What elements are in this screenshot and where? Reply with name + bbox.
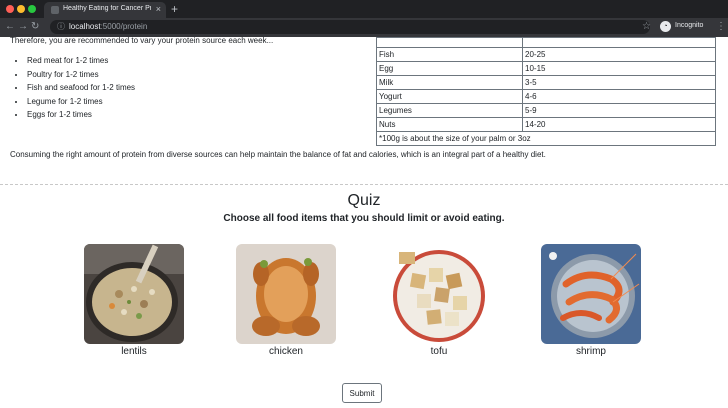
incognito-icon[interactable]: ◔ bbox=[660, 21, 671, 32]
table-cell: 10-15 bbox=[522, 61, 716, 76]
quiz-option-chicken[interactable]: chicken bbox=[236, 244, 336, 357]
table-row: Legumes 5-9 bbox=[376, 103, 716, 118]
section-divider bbox=[0, 184, 728, 185]
table-cell: Fish bbox=[376, 47, 523, 62]
tofu-image[interactable] bbox=[389, 244, 489, 344]
url-path: :5000/protein bbox=[100, 22, 148, 31]
url-host: localhost bbox=[69, 22, 101, 31]
table-cell bbox=[522, 37, 716, 48]
table-row: Yogurt 4-6 bbox=[376, 89, 716, 104]
shrimp-image[interactable] bbox=[541, 244, 641, 344]
table-cell: 4-6 bbox=[522, 89, 716, 104]
list-item: Fish and seafood for 1-2 times bbox=[26, 81, 135, 95]
incognito-label: Incognito bbox=[675, 22, 704, 29]
browser-toolbar: ← → ↻ ⓘ localhost:5000/protein ☆ ◔ Incog… bbox=[0, 18, 728, 37]
quiz-prompt: Choose all food items that you should li… bbox=[223, 213, 505, 224]
address-bar[interactable]: ⓘ localhost:5000/protein bbox=[50, 20, 650, 34]
list-item: Legume for 1-2 times bbox=[26, 95, 135, 109]
quiz-option-lentils[interactable]: lentils bbox=[84, 244, 184, 357]
page-content: Therefore, you are recommended to vary y… bbox=[0, 37, 728, 408]
table-cell: Nuts bbox=[376, 117, 523, 132]
tab-title: Healthy Eating for Cancer Prev bbox=[63, 5, 151, 12]
url-text: localhost:5000/protein bbox=[69, 22, 147, 32]
new-tab-icon[interactable]: + bbox=[171, 2, 178, 16]
protein-table: Fish 20-25 Egg 10-15 Milk 3-5 Yogurt 4-6 Leg… bbox=[376, 37, 716, 146]
close-tab-icon[interactable]: × bbox=[156, 4, 161, 14]
intro-text: Therefore, you are recommended to vary y… bbox=[10, 37, 274, 45]
table-row: *100g is about the size of your palm or … bbox=[376, 131, 716, 146]
table-row: Fish 20-25 bbox=[376, 47, 716, 62]
table-row: Egg 10-15 bbox=[376, 61, 716, 76]
table-cell: Milk bbox=[376, 75, 523, 90]
quiz-option-shrimp[interactable]: shrimp bbox=[541, 244, 641, 357]
window-close-button[interactable] bbox=[6, 5, 14, 13]
favicon-icon bbox=[51, 6, 59, 14]
table-row: Milk 3-5 bbox=[376, 75, 716, 90]
option-label: shrimp bbox=[575, 346, 606, 357]
browser-tab-bar: Healthy Eating for Cancer Prev × + bbox=[0, 0, 728, 18]
table-row bbox=[376, 37, 716, 48]
table-cell: 20-25 bbox=[522, 47, 716, 62]
bookmark-star-icon[interactable]: ☆ bbox=[642, 21, 651, 33]
table-cell: 14-20 bbox=[522, 117, 716, 132]
table-cell bbox=[376, 37, 523, 48]
quiz-option-tofu[interactable]: tofu bbox=[389, 244, 489, 357]
table-cell: Yogurt bbox=[376, 89, 523, 104]
menu-icon[interactable]: ⋮ bbox=[716, 21, 726, 33]
option-label: tofu bbox=[430, 346, 448, 357]
quiz-title: Quiz bbox=[347, 192, 381, 209]
info-icon[interactable]: ⓘ bbox=[57, 22, 65, 32]
summary-text: Consuming the right amount of protein fr… bbox=[10, 150, 546, 159]
reload-icon[interactable]: ↻ bbox=[31, 21, 39, 33]
frequency-list: Red meat for 1-2 times Poultry for 1-2 t… bbox=[26, 54, 135, 122]
table-cell: Legumes bbox=[376, 103, 523, 118]
back-icon[interactable]: ← bbox=[5, 21, 15, 33]
submit-button[interactable]: Submit bbox=[342, 383, 382, 403]
lentils-image[interactable] bbox=[84, 244, 184, 344]
table-row: Nuts 14-20 bbox=[376, 117, 716, 132]
table-cell: 3-5 bbox=[522, 75, 716, 90]
option-label: chicken bbox=[269, 346, 303, 357]
option-label: lentils bbox=[121, 346, 147, 357]
chicken-image[interactable] bbox=[236, 244, 336, 344]
list-item: Poultry for 1-2 times bbox=[26, 68, 135, 82]
table-note: *100g is about the size of your palm or … bbox=[376, 131, 716, 146]
table-cell: Egg bbox=[376, 61, 523, 76]
browser-tab[interactable]: Healthy Eating for Cancer Prev × bbox=[44, 2, 166, 18]
window-minimize-button[interactable] bbox=[17, 5, 25, 13]
table-cell: 5-9 bbox=[522, 103, 716, 118]
list-item: Red meat for 1-2 times bbox=[26, 54, 135, 68]
window-maximize-button[interactable] bbox=[28, 5, 36, 13]
list-item: Eggs for 1-2 times bbox=[26, 108, 135, 122]
forward-icon[interactable]: → bbox=[18, 21, 28, 33]
